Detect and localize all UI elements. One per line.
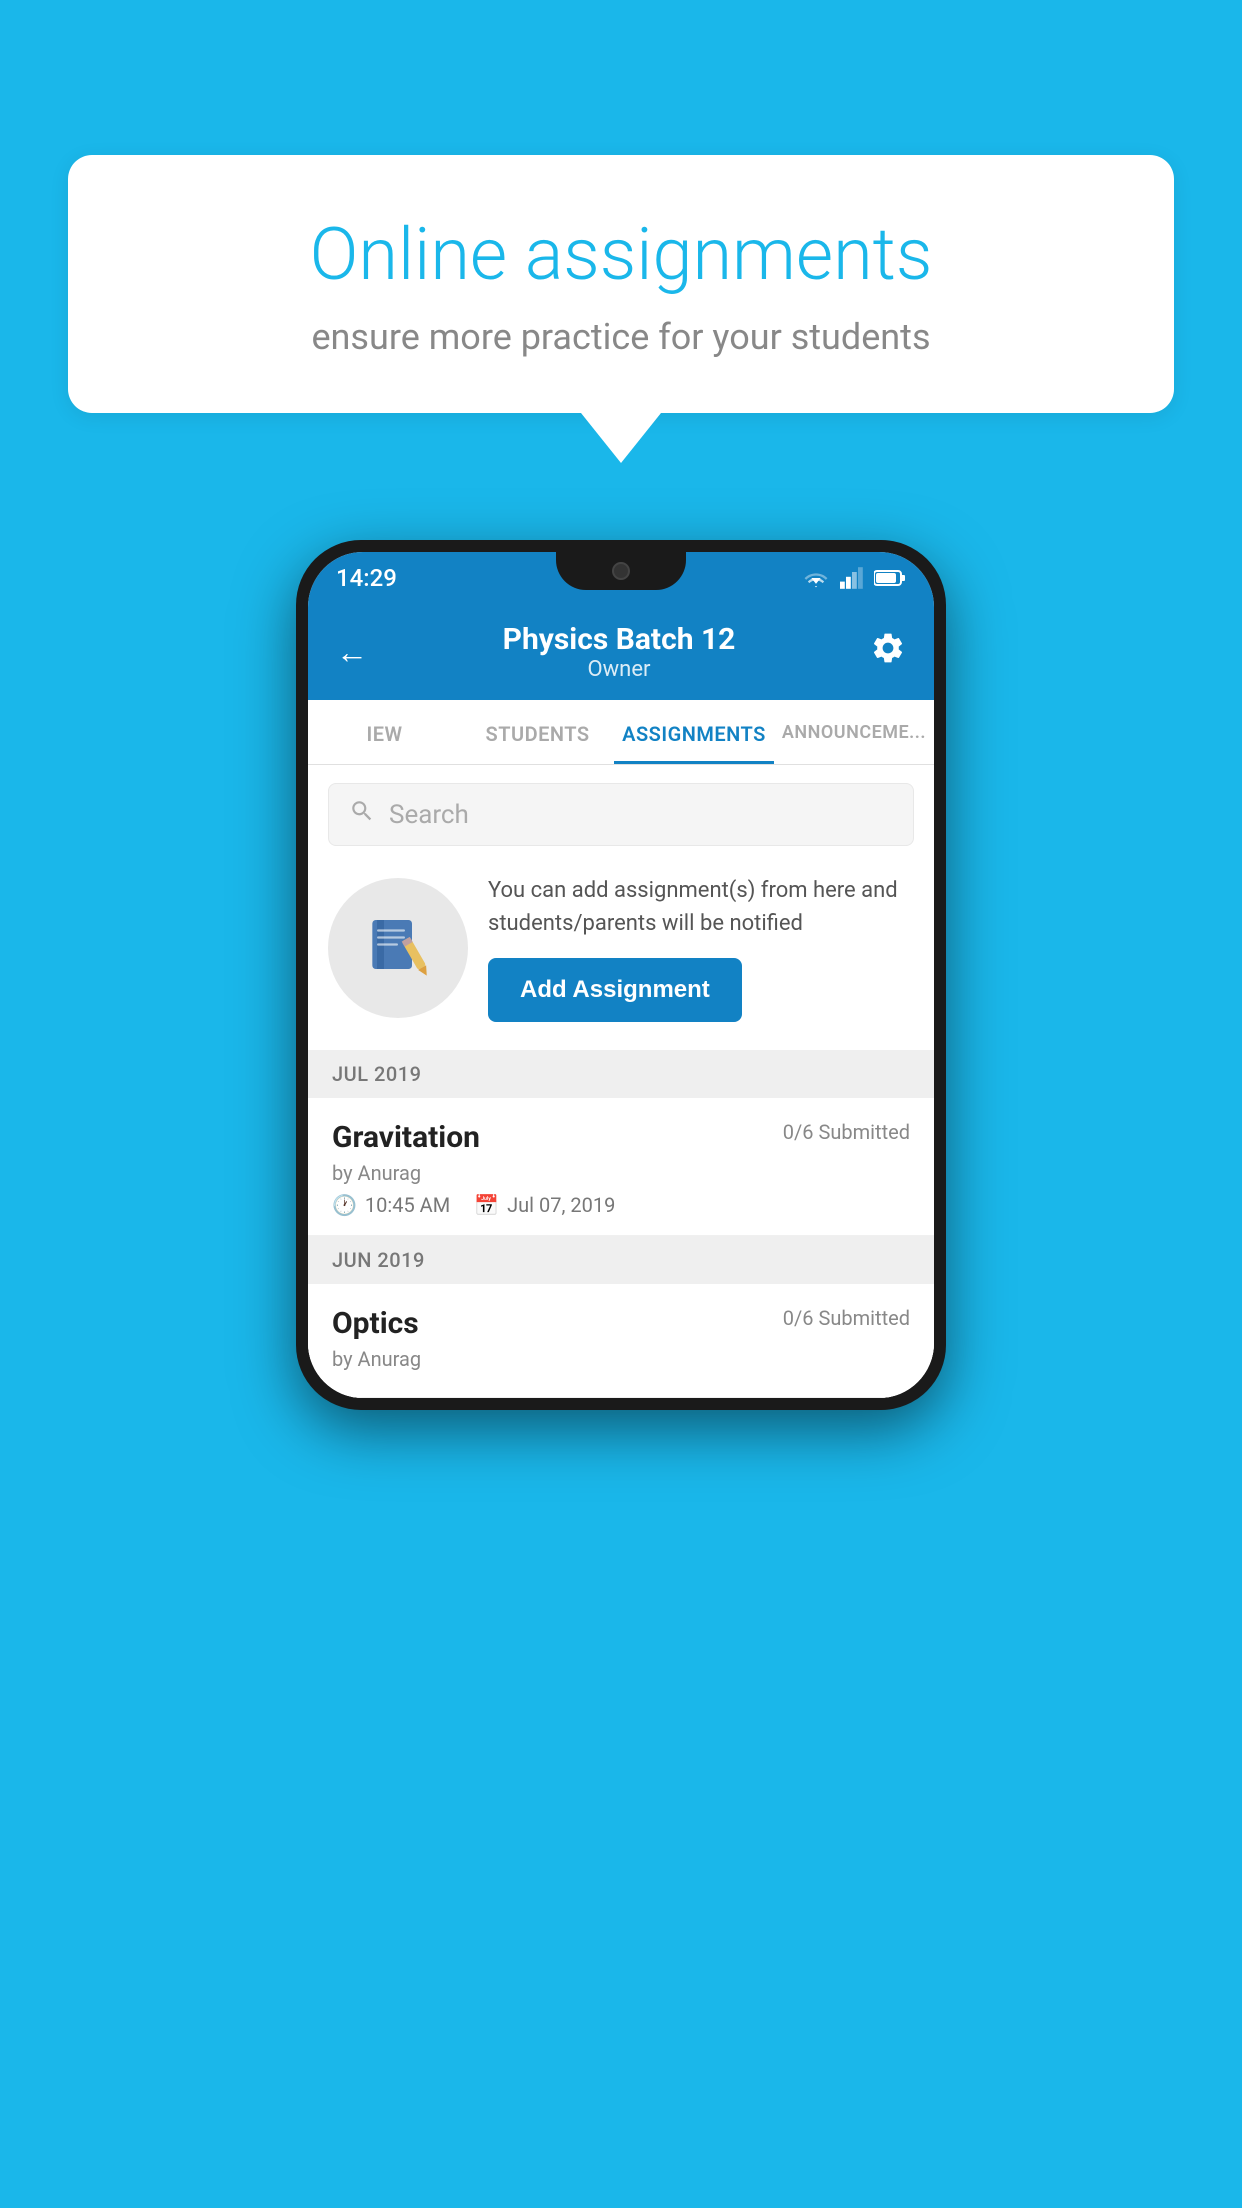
camera [612,562,630,580]
tab-iew[interactable]: IEW [308,700,461,764]
wifi-icon [802,567,830,589]
background: Online assignments ensure more practice … [0,0,1242,2208]
search-placeholder: Search [389,800,469,830]
speech-bubble-subtitle: ensure more practice for your students [138,316,1104,358]
assignment-gravitation-by: by Anurag [332,1161,910,1185]
signal-icon [840,567,864,589]
assignment-gravitation-time: 🕐 10:45 AM [332,1193,450,1217]
promo-card: You can add assignment(s) from here and … [328,864,914,1032]
status-bar: 14:29 [308,552,934,604]
app-header: ← Physics Batch 12 Owner [308,604,934,700]
section-jul-2019: JUL 2019 [308,1050,934,1098]
promo-icon [328,878,468,1018]
speech-bubble-title: Online assignments [138,215,1104,294]
assignment-gravitation-time-value: 10:45 AM [365,1193,450,1217]
battery-icon [874,569,906,587]
content-area: Search [308,765,934,1398]
promo-text: You can add assignment(s) from here and … [488,874,914,1022]
speech-bubble-arrow [581,413,661,463]
back-button[interactable]: ← [336,633,368,671]
assignment-gravitation-submitted: 0/6 Submitted [783,1120,910,1144]
add-assignment-button[interactable]: Add Assignment [488,958,742,1022]
status-icons [802,567,906,589]
assignment-optics-title: Optics [332,1306,419,1341]
batch-title: Physics Batch 12 [503,622,736,657]
phone-container: 14:29 [296,540,946,1410]
batch-subtitle: Owner [503,657,736,682]
promo-description: You can add assignment(s) from here and … [488,874,914,940]
header-title-area: Physics Batch 12 Owner [503,622,736,682]
phone-screen: 14:29 [308,552,934,1398]
assignment-optics-submitted: 0/6 Submitted [783,1306,910,1330]
search-bar[interactable]: Search [328,783,914,846]
tab-announcements[interactable]: ANNOUNCEME... [774,700,934,764]
clock-icon: 🕐 [332,1193,357,1217]
settings-icon[interactable] [870,630,906,674]
assignment-gravitation-date-value: Jul 07, 2019 [507,1193,615,1217]
assignment-optics-header: Optics 0/6 Submitted [332,1306,910,1341]
assignment-gravitation-header: Gravitation 0/6 Submitted [332,1120,910,1155]
speech-bubble-container: Online assignments ensure more practice … [68,155,1174,463]
assignment-gravitation[interactable]: Gravitation 0/6 Submitted by Anurag 🕐 10… [308,1098,934,1236]
assignment-gravitation-title: Gravitation [332,1120,480,1155]
tabs-bar: IEW STUDENTS ASSIGNMENTS ANNOUNCEME... [308,700,934,765]
tab-assignments[interactable]: ASSIGNMENTS [614,700,774,764]
notch [556,552,686,590]
section-jun-2019: JUN 2019 [308,1236,934,1284]
assignment-optics-by: by Anurag [332,1347,910,1371]
status-time: 14:29 [336,564,397,592]
assignment-gravitation-meta: 🕐 10:45 AM 📅 Jul 07, 2019 [332,1193,910,1217]
search-icon [349,798,375,831]
speech-bubble: Online assignments ensure more practice … [68,155,1174,413]
assignment-optics[interactable]: Optics 0/6 Submitted by Anurag [308,1284,934,1398]
tab-students[interactable]: STUDENTS [461,700,614,764]
assignment-gravitation-date: 📅 Jul 07, 2019 [474,1193,615,1217]
phone-outer: 14:29 [296,540,946,1410]
calendar-icon: 📅 [474,1193,499,1217]
